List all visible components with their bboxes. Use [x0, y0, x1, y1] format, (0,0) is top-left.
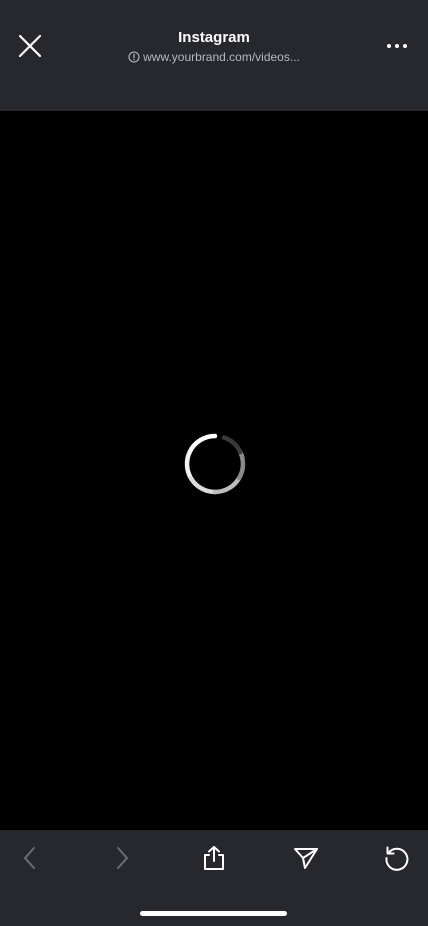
more-horizontal-icon	[387, 44, 407, 48]
reload-button[interactable]	[379, 840, 415, 876]
share-icon	[204, 846, 224, 870]
home-indicator[interactable]	[140, 911, 287, 916]
page-url: www.yourbrand.com/videos...	[143, 50, 300, 64]
back-button[interactable]	[12, 840, 48, 876]
web-content-area	[0, 111, 428, 830]
more-options-button[interactable]	[381, 30, 413, 62]
reload-icon	[385, 846, 409, 871]
forward-button[interactable]	[104, 840, 140, 876]
close-icon	[18, 34, 42, 58]
send-button[interactable]	[288, 840, 324, 876]
chevron-left-icon	[24, 847, 35, 869]
share-button[interactable]	[196, 840, 232, 876]
info-icon	[128, 51, 140, 63]
page-title: Instagram	[178, 29, 250, 46]
page-title-block: Instagram www.yourbrand.com/videos...	[80, 28, 348, 65]
url-row[interactable]: www.yourbrand.com/videos...	[80, 49, 348, 65]
chevron-right-icon	[117, 847, 128, 869]
loading-spinner-icon	[184, 433, 246, 495]
close-button[interactable]	[14, 30, 46, 62]
browser-bottom-toolbar	[0, 830, 428, 926]
browser-top-bar: Instagram www.yourbrand.com/videos...	[0, 0, 428, 111]
send-icon	[294, 848, 318, 869]
